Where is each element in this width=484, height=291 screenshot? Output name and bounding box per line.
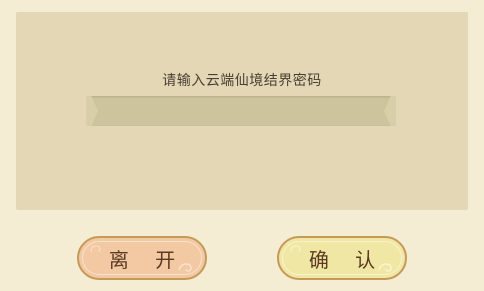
input-left-cap-ornament xyxy=(86,96,98,126)
password-prompt: 请输入云端仙境结界密码 xyxy=(162,73,322,89)
leave-button[interactable]: 离 开 xyxy=(77,236,207,280)
leave-button-label: 离 开 xyxy=(108,247,186,272)
input-right-cap-ornament xyxy=(384,96,396,126)
confirm-button-label: 确 认 xyxy=(308,247,386,272)
password-input[interactable] xyxy=(86,96,396,126)
confirm-button[interactable]: 确 认 xyxy=(277,236,407,280)
password-dialog: 请输入云端仙境结界密码 离 开 确 认 xyxy=(0,0,484,291)
dialog-panel: 请输入云端仙境结界密码 xyxy=(16,12,468,210)
